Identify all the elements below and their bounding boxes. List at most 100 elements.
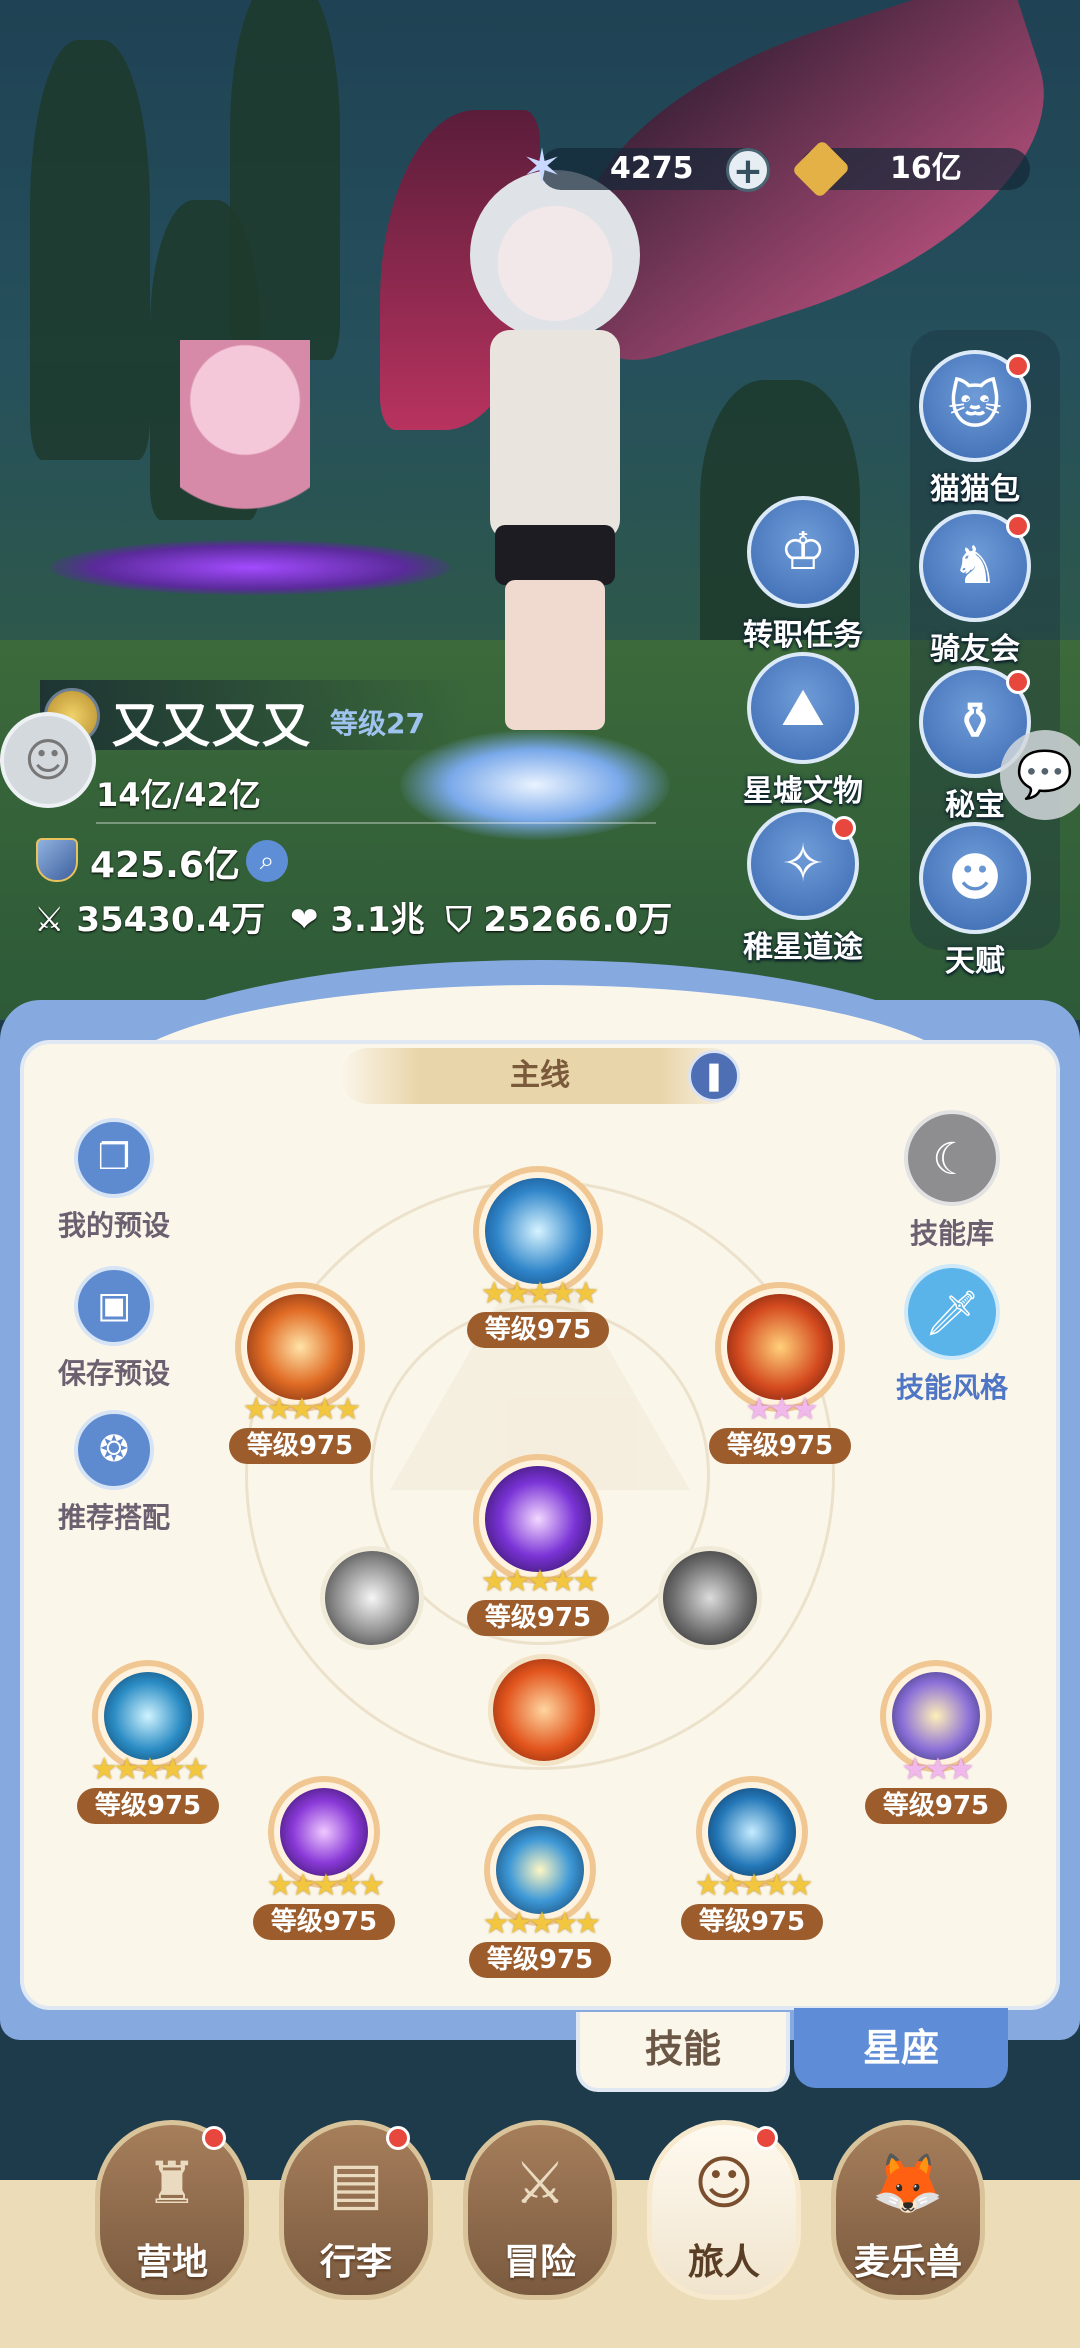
- side-item-label: 骑友会: [930, 632, 1020, 667]
- backpack-icon: ▤: [328, 2149, 384, 2217]
- nav-pets[interactable]: 🦊 麦乐兽: [828, 2120, 988, 2310]
- side-item-cat-bag[interactable]: 🐱 猫猫包: [910, 350, 1040, 508]
- side-item-label: 天赋: [945, 944, 1005, 979]
- notification-dot: [202, 2126, 226, 2150]
- skill-slot-center[interactable]: ★★★★★ 等级975: [458, 1454, 618, 1636]
- my-preset-button[interactable]: ❐ 我的预设: [34, 1118, 194, 1244]
- cards-icon: ❐: [74, 1118, 154, 1198]
- talent-head-icon: ☻: [919, 822, 1031, 934]
- skill-level-badge: 等级975: [468, 1942, 612, 1978]
- character-legs: [505, 580, 605, 730]
- recommend-build-label: 推荐搭配: [57, 1501, 170, 1534]
- combat-power: 425.6亿: [90, 845, 240, 886]
- side-item-riders-club[interactable]: ♞ 骑友会: [910, 510, 1040, 668]
- star-rating: ★★★★★: [90, 1752, 209, 1787]
- moon-icon: ☾: [904, 1110, 1000, 1206]
- gold-amount: 16亿: [890, 151, 962, 186]
- fox-pet-icon: 🦊: [871, 2149, 945, 2217]
- skill-slot-top[interactable]: ★★★★★ 等级975: [458, 1166, 618, 1348]
- crown-icon: ♔: [747, 496, 859, 608]
- nav-camp-shield: ♜ 营地: [95, 2120, 249, 2300]
- fire-ring-skill-icon[interactable]: [488, 1654, 600, 1766]
- save-disk-icon: ▣: [74, 1266, 154, 1346]
- pink-hair-companion: [180, 340, 310, 540]
- experience-value: 14亿/42亿: [96, 776, 261, 814]
- star-rating: ★★★★★: [242, 1392, 361, 1427]
- skill-level-badge: 等级975: [466, 1600, 610, 1636]
- light-wave-skill-icon: [892, 1672, 980, 1760]
- recommend-build-button[interactable]: ❂ 推荐搭配: [34, 1410, 194, 1536]
- shield-power-icon: [36, 838, 78, 882]
- notification-dot: [386, 2126, 410, 2150]
- combo-icon: ❂: [74, 1410, 154, 1490]
- nav-label: 行李: [319, 2242, 392, 2283]
- tab-constellation[interactable]: 星座: [794, 2008, 1008, 2088]
- skill-level-badge: 等级975: [228, 1428, 372, 1464]
- pet-avatar-button[interactable]: ☺: [0, 712, 96, 808]
- panel-title: 主线: [510, 1058, 570, 1093]
- hp-stat: ❤ 3.1兆: [290, 896, 425, 944]
- skill-level-badge: 等级975: [864, 1788, 1008, 1824]
- notification-dot: [1006, 354, 1030, 378]
- skill-slot-mid-right[interactable]: ★★★ 等级975: [856, 1660, 1016, 1824]
- skill-level-badge: 等级975: [252, 1904, 396, 1940]
- star-rating: ★★★: [901, 1752, 975, 1787]
- skill-slot-upper-right[interactable]: ★★★ 等级975: [700, 1282, 860, 1464]
- save-preset-button[interactable]: ▣ 保存预设: [34, 1266, 194, 1392]
- pine-tree: [30, 40, 150, 460]
- glowing-stage: [50, 540, 450, 595]
- player-name: 又又又又: [112, 698, 313, 754]
- star-rating: ★★★★★: [480, 1564, 599, 1599]
- skill-slot-low-left[interactable]: ★★★★★ 等级975: [244, 1776, 404, 1940]
- side-item-star-path[interactable]: ✧ 稚星道途: [738, 808, 868, 966]
- add-currency-button[interactable]: +: [726, 148, 770, 192]
- side-item-label: 猫猫包: [930, 472, 1020, 507]
- sword-drop-icon: 🗡: [904, 1264, 1000, 1360]
- chat-bubble-button[interactable]: 💬: [1000, 730, 1080, 820]
- side-item-star-ruins[interactable]: ⛰ 星墟文物: [738, 652, 868, 810]
- nav-label: 冒险: [503, 2242, 576, 2283]
- castle-icon: ♜: [146, 2149, 198, 2217]
- crossed-swords-icon: ⚔: [514, 2149, 566, 2217]
- side-item-label: 转职任务: [743, 618, 863, 653]
- heart-icon: ❤: [290, 900, 319, 940]
- side-item-label: 稚星道途: [743, 930, 863, 965]
- skill-slot-low-right[interactable]: ★★★★★ 等级975: [672, 1776, 832, 1940]
- book-icon[interactable]: ❚: [688, 1050, 740, 1102]
- nav-adventure-shield: ⚔ 冒险: [463, 2120, 617, 2300]
- ice-warrior-skill-icon: [708, 1788, 796, 1876]
- wind-skill-icon[interactable]: [320, 1546, 424, 1650]
- ruins-icon: ⛰: [747, 652, 859, 764]
- hp-value: 3.1兆: [330, 900, 425, 940]
- experience-bar: [96, 822, 656, 824]
- skill-slot-upper-left[interactable]: ★★★★★ 等级975: [220, 1282, 380, 1464]
- nav-camp[interactable]: ♜ 营地: [92, 2120, 252, 2310]
- shadow-skill-icon[interactable]: [658, 1546, 762, 1650]
- character-torso: [490, 330, 620, 540]
- skill-slot-mid-left[interactable]: ★★★★★ 等级975: [68, 1660, 228, 1824]
- skill-library-label: 技能库: [909, 1217, 994, 1250]
- tab-skill[interactable]: 技能: [576, 2012, 790, 2092]
- side-item-talent[interactable]: ☻ 天赋: [910, 822, 1040, 980]
- skill-style-button[interactable]: 🗡 技能风格: [872, 1264, 1032, 1406]
- player-level: 等级27: [330, 707, 425, 740]
- nav-luggage[interactable]: ▤ 行李: [276, 2120, 436, 2310]
- skill-slot-low-center[interactable]: ★★★★★ 等级975: [460, 1814, 620, 1978]
- water-dragon-skill-icon: [104, 1672, 192, 1760]
- side-item-job-quest[interactable]: ♔ 转职任务: [738, 496, 868, 654]
- search-icon[interactable]: ⌕: [246, 840, 288, 882]
- fire-angel-skill-icon: [247, 1294, 353, 1400]
- nav-traveler[interactable]: ☺ 旅人: [644, 2120, 804, 2310]
- notification-dot: [832, 816, 856, 840]
- nav-label: 营地: [135, 2242, 208, 2283]
- skill-level-badge: 等级975: [708, 1428, 852, 1464]
- star-rating: ★★★★★: [266, 1868, 385, 1903]
- star-rating: ★★★★★: [480, 1276, 599, 1311]
- nav-label: 旅人: [687, 2242, 760, 2283]
- save-preset-label: 保存预设: [57, 1357, 170, 1390]
- player-character[interactable]: [470, 170, 640, 730]
- skill-level-badge: 等级975: [466, 1312, 610, 1348]
- skill-library-button[interactable]: ☾ 技能库: [872, 1110, 1032, 1252]
- character-shorts: [495, 525, 615, 585]
- nav-adventure[interactable]: ⚔ 冒险: [460, 2120, 620, 2310]
